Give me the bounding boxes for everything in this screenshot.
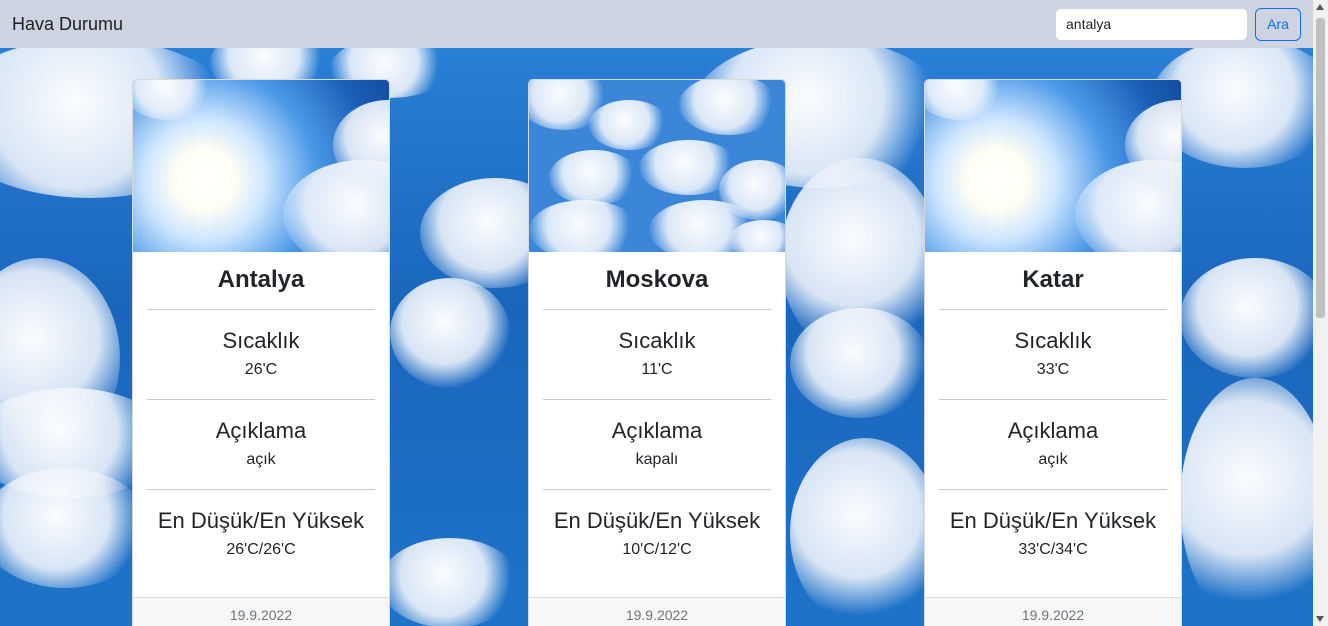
min-max-value: 33'C/34'C [1018, 541, 1088, 558]
temperature-label: Sıcaklık [222, 328, 300, 353]
brand-title[interactable]: Hava Durumu [12, 14, 1055, 35]
card-image-sunny [133, 80, 389, 252]
scroll-up-icon[interactable] [1316, 4, 1324, 10]
description-value: açık [1038, 451, 1068, 468]
description-value: kapalı [635, 451, 679, 468]
card-date: 19.9.2022 [133, 597, 389, 626]
temperature-label: Sıcaklık [1014, 328, 1092, 353]
card-date: 19.9.2022 [529, 597, 785, 626]
description-label: Açıklama [1007, 418, 1099, 443]
min-max-value: 26'C/26'C [226, 541, 296, 558]
card-image-cloudy [529, 80, 785, 252]
description-label: Açıklama [215, 418, 307, 443]
weather-card-antalya: Antalya Sıcaklık 26'C Açıklama açık En D… [132, 79, 390, 626]
min-max-label: En Düşük/En Yüksek [157, 508, 365, 533]
navbar: Hava Durumu Ara [0, 0, 1313, 48]
min-max-label: En Düşük/En Yüksek [553, 508, 761, 533]
card-date: 19.9.2022 [925, 597, 1181, 626]
min-max-label: En Düşük/En Yüksek [949, 508, 1157, 533]
page-scrollbar[interactable] [1313, 0, 1328, 626]
city-name: Moskova [543, 252, 771, 310]
temperature-value: 26'C [244, 361, 278, 378]
city-name: Katar [939, 252, 1167, 310]
search-button[interactable]: Ara [1255, 7, 1301, 41]
description-value: açık [246, 451, 276, 468]
scroll-down-icon[interactable] [1316, 616, 1324, 622]
scroll-thumb[interactable] [1316, 18, 1325, 318]
search-input[interactable] [1055, 7, 1248, 41]
description-label: Açıklama [611, 418, 703, 443]
card-image-sunny [925, 80, 1181, 252]
temperature-value: 11'C [641, 361, 673, 378]
weather-card-moskova: Moskova Sıcaklık 11'C Açıklama kapalı En… [528, 79, 786, 626]
city-name: Antalya [147, 252, 375, 310]
weather-card-katar: Katar Sıcaklık 33'C Açıklama açık En Düş… [924, 79, 1182, 626]
temperature-value: 33'C [1036, 361, 1070, 378]
temperature-label: Sıcaklık [618, 328, 696, 353]
min-max-value: 10'C/12'C [622, 541, 692, 558]
